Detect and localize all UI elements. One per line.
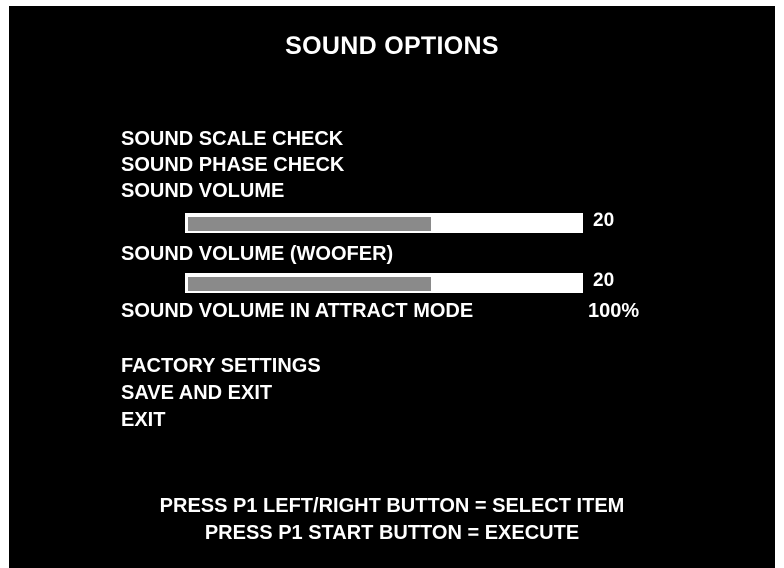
- menu-item-factory-settings[interactable]: FACTORY SETTINGS: [121, 354, 321, 378]
- footer-hint-execute: PRESS P1 START BUTTON = EXECUTE: [204, 522, 580, 544]
- menu-item-sound-scale-check[interactable]: SOUND SCALE CHECK: [121, 127, 343, 151]
- woofer-volume-value: 20: [593, 270, 615, 291]
- menu-item-exit[interactable]: EXIT: [121, 408, 165, 432]
- footer-hint-select: PRESS P1 LEFT/RIGHT BUTTON = SELECT ITEM: [159, 495, 625, 517]
- sound-volume-slider-fill: [188, 217, 431, 231]
- menu-item-sound-volume-woofer[interactable]: SOUND VOLUME (WOOFER): [121, 242, 393, 266]
- sound-volume-slider[interactable]: [185, 213, 583, 233]
- sound-volume-value: 20: [593, 210, 615, 231]
- menu-item-sound-phase-check[interactable]: SOUND PHASE CHECK: [121, 153, 344, 177]
- sound-options-screen: SOUND OPTIONS SOUND SCALE CHECK SOUND PH…: [9, 6, 775, 568]
- menu-item-attract-mode-volume[interactable]: SOUND VOLUME IN ATTRACT MODE: [121, 299, 473, 323]
- attract-mode-volume-value: 100%: [588, 300, 640, 322]
- menu-item-save-and-exit[interactable]: SAVE AND EXIT: [121, 381, 272, 405]
- menu-item-sound-volume[interactable]: SOUND VOLUME: [121, 179, 284, 203]
- woofer-volume-slider[interactable]: [185, 273, 583, 293]
- page-title: SOUND OPTIONS: [285, 32, 499, 60]
- woofer-volume-slider-fill: [188, 277, 431, 291]
